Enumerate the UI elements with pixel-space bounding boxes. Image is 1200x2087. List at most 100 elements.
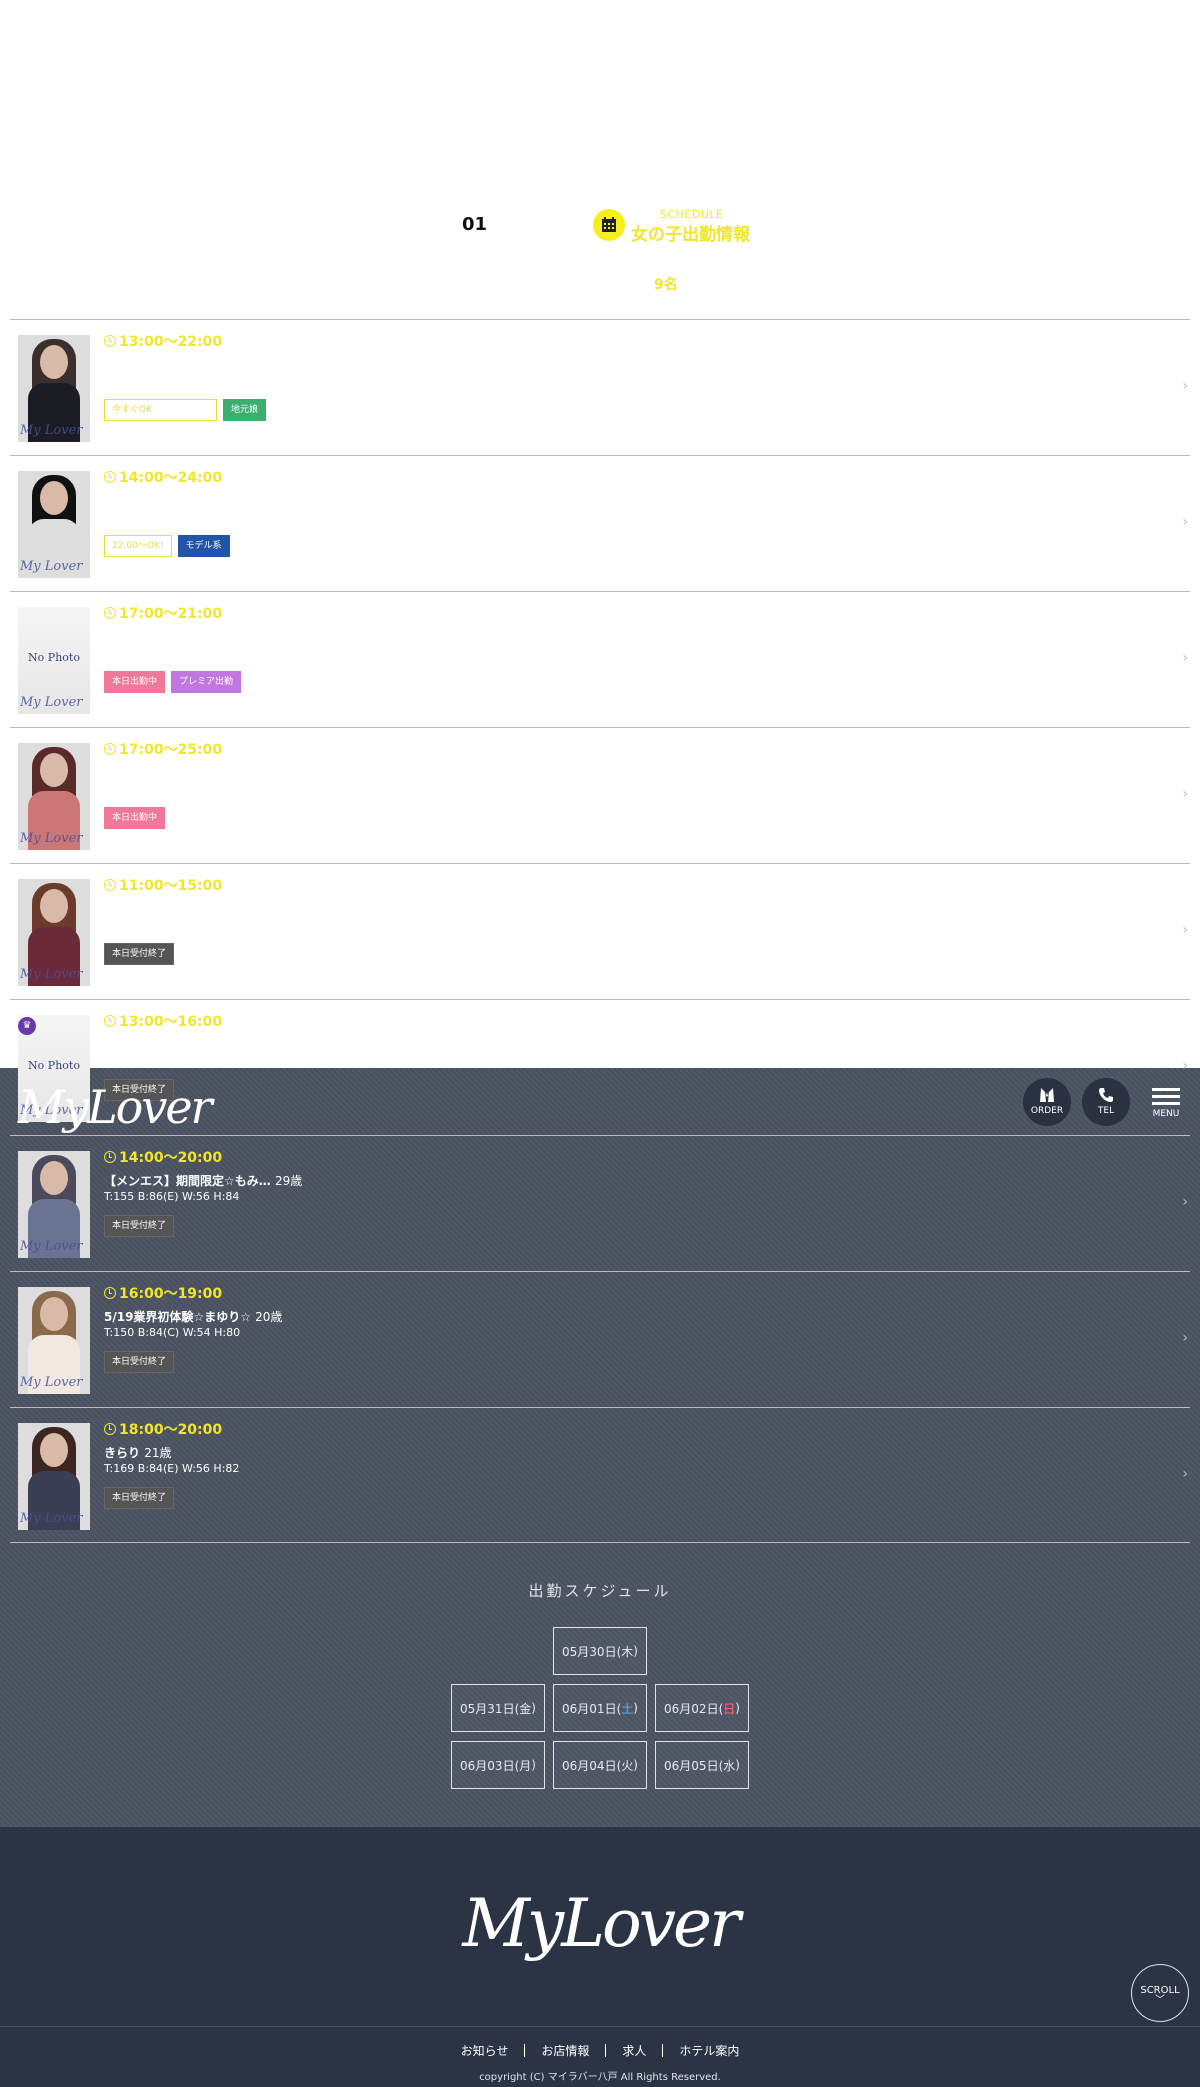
photo-watermark: My Lover [20,1511,83,1526]
girl-row[interactable]: No Photo My Lover 17:00〜21:00 本日出勤中 プレミア出勤 › [10,591,1190,727]
girl-row[interactable]: My Lover 17:00〜25:00 本日出勤中 › [10,727,1190,863]
status-badge: 地元娘 [223,399,267,421]
order-button[interactable]: ORDER [1023,1078,1071,1126]
photo-face-shape [40,1297,68,1331]
girl-stats: T:150 B:84(C) W:54 H:80 [104,1326,241,1339]
phone-icon [1099,1088,1113,1102]
photo-watermark: My Lover [20,1239,83,1254]
girl-row[interactable]: My Lover 14:00〜24:00 22:00〜OK! モデル系 › [10,455,1190,591]
status-badge: 本日出勤中 [104,807,166,829]
status-badge: 本日受付終了 [104,1487,175,1509]
status-badge: 本日受付終了 [104,1215,175,1237]
tag-list: 22:00〜OK! モデル系 [104,535,230,557]
clock-icon [104,1015,116,1027]
footer-divider [0,2026,1200,2027]
footer-nav: お知らせ お店情報 求人 ホテル案内 [0,2042,1200,2059]
schedule-date-button[interactable]: 06月01日(土) [553,1684,647,1732]
girl-stats: T:155 B:86(E) W:56 H:84 [104,1190,240,1203]
girl-row[interactable]: My Lover 14:00〜20:00 【メンエス】期間限定☆もみ… 29歳 T:1… [10,1135,1190,1271]
girl-row[interactable]: My Lover 18:00〜20:00 きらり 21歳 T:169 B:84(E) … [10,1407,1190,1543]
date-paren: ) [633,1644,638,1658]
menu-button[interactable]: MENU [1150,1088,1182,1119]
girl-row[interactable]: My Lover 11:00〜15:00 本日受付終了 › [10,863,1190,999]
photo-face-shape [40,1433,68,1467]
girl-row[interactable]: My Lover 13:00〜22:00 今すぐOK 地元娘 › [10,319,1190,455]
photo-watermark: My Lover [20,695,83,710]
date-text: 06月01日( [562,1701,622,1716]
tag-list: 本日出勤中 [104,807,166,829]
girl-photo[interactable]: My Lover [18,1151,90,1258]
girl-stats: T:169 B:84(E) W:56 H:82 [104,1462,240,1475]
schedule-section-title: 出勤スケジュール [528,1582,672,1600]
photo-watermark: My Lover [20,831,83,846]
tag-list: 本日受付終了 [104,1487,175,1509]
shift-time: 18:00〜20:00 [104,1419,222,1439]
girl-photo[interactable]: My Lover [18,471,90,578]
chevron-down-icon: ﹀ [1155,1995,1165,2006]
clock-icon [104,1287,116,1299]
date-paren: ) [735,1758,740,1772]
date-paren: ) [531,1758,536,1772]
order-label: ORDER [1030,1106,1064,1116]
chevron-right-icon: › [1182,1058,1188,1074]
menu-label: MENU [1152,1109,1180,1119]
schedule-date-button[interactable]: 06月04日(火) [553,1741,647,1789]
girl-photo[interactable]: My Lover [18,1287,90,1394]
girl-row[interactable]: My Lover 16:00〜19:00 5/19業界初体験☆まゆり☆ 20歳 T:1… [10,1271,1190,1407]
status-badge: 22:00〜OK! [104,535,172,557]
clock-icon [104,471,116,483]
footer-link-recruit[interactable]: 求人 [606,2042,662,2059]
girl-name[interactable]: 【メンエス】期間限定☆もみ… 29歳 [104,1172,302,1189]
menu-icon-bar [1152,1102,1180,1105]
date-paren: ) [633,1701,638,1715]
date-text: 05月30日( [562,1644,622,1659]
girl-name[interactable]: 5/19業界初体験☆まゆり☆ 20歳 [104,1308,282,1325]
status-badge: プレミア出勤 [171,671,242,693]
tag-list: 本日出勤中 プレミア出勤 [104,671,242,693]
date-text: 05月31日( [460,1701,520,1716]
schedule-date-button[interactable]: 06月05日(水) [655,1741,749,1789]
site-logo[interactable]: MyLover [18,1080,213,1134]
no-photo-placeholder: No Photo [28,651,80,664]
schedule-date-button[interactable]: 06月03日(月) [451,1741,545,1789]
clock-icon [104,335,116,347]
girl-age: 20歳 [255,1310,283,1324]
status-badge: 本日受付終了 [104,943,175,965]
photo-watermark: My Lover [20,1375,83,1390]
chevron-right-icon: › [1182,378,1188,394]
chevron-right-icon: › [1182,1466,1188,1482]
tel-button[interactable]: TEL [1082,1078,1130,1126]
footer-link-shop-info[interactable]: お店情報 [525,2042,605,2059]
girl-photo[interactable]: My Lover [18,335,90,442]
girl-name[interactable]: きらり 21歳 [104,1444,171,1461]
photo-face-shape [40,889,68,923]
footer-logo[interactable]: MyLover [0,1885,1200,1962]
footer-link-news[interactable]: お知らせ [445,2042,525,2059]
girl-photo[interactable]: No Photo My Lover [18,607,90,714]
chevron-right-icon: › [1182,650,1188,666]
schedule-date-button[interactable]: 05月30日(木) [553,1627,647,1675]
clock-icon [104,879,116,891]
girl-list: My Lover 13:00〜22:00 今すぐOK 地元娘 › My Lover 14:0… [10,319,1190,1543]
weekday-text: 火 [621,1758,634,1773]
shift-time-text: 11:00〜15:00 [119,878,223,894]
date-text: 06月05日( [664,1758,724,1773]
girl-photo[interactable]: My Lover [18,1423,90,1530]
menu-icon [1152,1088,1180,1091]
photo-face-shape [40,345,68,379]
girl-name-text: きらり [104,1446,141,1460]
shift-time-text: 13:00〜22:00 [119,334,223,350]
shift-time-text: 16:00〜19:00 [119,1286,223,1302]
scroll-button[interactable]: SCROLL ﹀ [1131,1964,1189,2022]
shift-time: 11:00〜15:00 [104,875,222,895]
girl-photo[interactable]: My Lover [18,879,90,986]
page-number: 01 [462,214,488,235]
date-text: 06月03日( [460,1758,520,1773]
clock-icon [104,1151,116,1163]
weekday-text: 月 [519,1758,532,1773]
schedule-date-button[interactable]: 05月31日(金) [451,1684,545,1732]
shift-time: 13:00〜22:00 [104,331,222,351]
footer-link-hotel[interactable]: ホテル案内 [663,2042,755,2059]
girl-photo[interactable]: My Lover [18,743,90,850]
schedule-date-button[interactable]: 06月02日(日) [655,1684,749,1732]
